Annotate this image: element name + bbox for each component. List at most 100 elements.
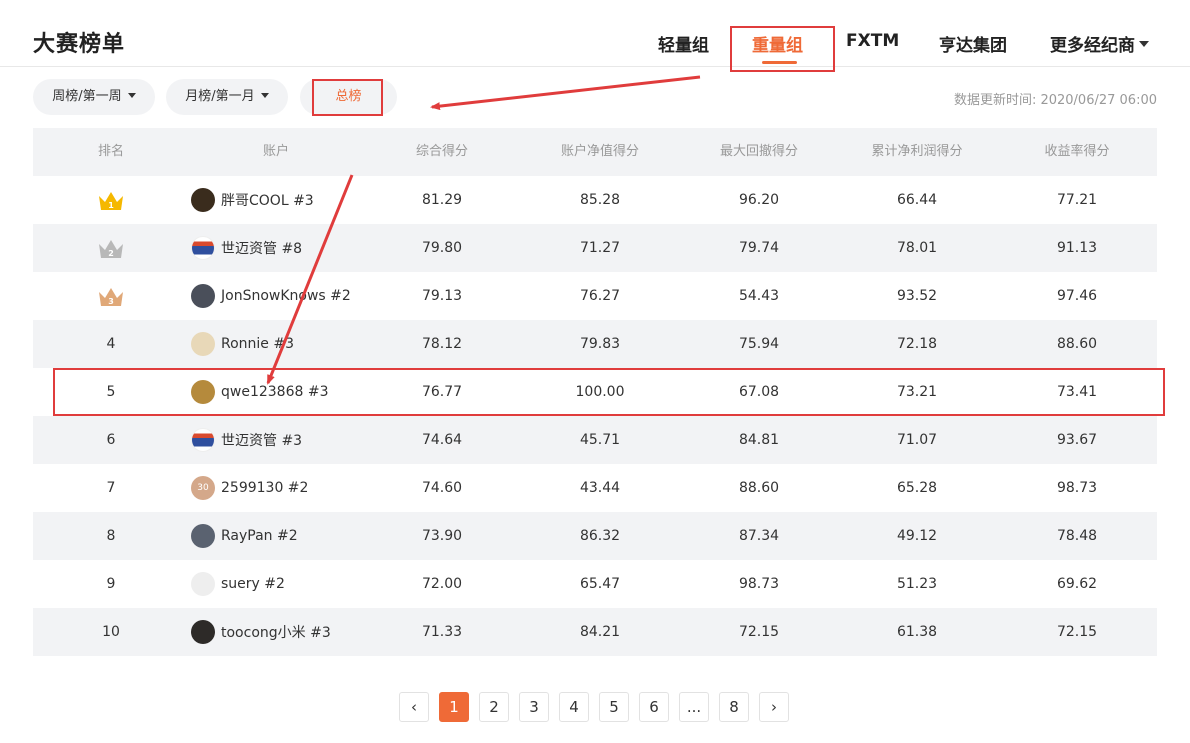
account-name: 世迈资管 #8 <box>221 241 303 257</box>
account-cell[interactable]: 30 2599130 #2 <box>191 476 308 500</box>
equity-score: 79.83 <box>579 336 621 352</box>
return-score: 98.73 <box>1056 480 1098 496</box>
page-ellipsis[interactable]: ... <box>679 692 709 722</box>
table-row[interactable]: 7 30 2599130 #2 74.60 43.44 88.60 65.28 98.73 <box>33 464 1157 512</box>
next-page-button[interactable]: › <box>759 692 789 722</box>
page-button[interactable]: 3 <box>519 692 549 722</box>
drawdown-score: 98.73 <box>738 576 780 592</box>
equity-score: 86.32 <box>579 528 621 544</box>
account-name: qwe123868 #3 <box>221 384 329 400</box>
table-header: 排名 账户 综合得分 账户净值得分 最大回撤得分 累计净利润得分 收益率得分 <box>33 128 1157 176</box>
table-row[interactable]: 2 世迈资管 #8 79.80 71.27 79.74 78.01 91.13 <box>33 224 1157 272</box>
avatar <box>191 236 215 260</box>
drawdown-score: 75.94 <box>738 336 780 352</box>
account-cell[interactable]: qwe123868 #3 <box>191 380 328 404</box>
avatar <box>191 428 215 452</box>
drawdown-score: 87.34 <box>738 528 780 544</box>
avatar <box>191 332 215 356</box>
net-profit-score: 61.38 <box>896 624 938 640</box>
return-score: 77.21 <box>1056 192 1098 208</box>
tab-hantec[interactable]: 亨达集团 <box>939 31 1007 56</box>
account-cell[interactable]: JonSnowKnows #2 <box>191 284 351 308</box>
table-row[interactable]: 9 suery #2 72.00 65.47 98.73 51.23 69.62 <box>33 560 1157 608</box>
page-button[interactable]: 6 <box>639 692 669 722</box>
avatar <box>191 524 215 548</box>
table-row[interactable]: 4 Ronnie #3 78.12 79.83 75.94 72.18 88.60 <box>33 320 1157 368</box>
tab-fxtm[interactable]: FXTM <box>846 31 899 51</box>
account-cell[interactable]: 世迈资管 #3 <box>191 428 302 452</box>
page-button[interactable]: 2 <box>479 692 509 722</box>
annotation-arrow-to-total <box>430 75 701 111</box>
drawdown-score: 72.15 <box>738 624 780 640</box>
tab-light-group[interactable]: 轻量组 <box>658 31 709 56</box>
header-account: 账户 <box>262 144 290 159</box>
return-score: 88.60 <box>1056 336 1098 352</box>
equity-score: 76.27 <box>579 288 621 304</box>
chevron-down-icon <box>260 93 269 98</box>
header-drawdown-score: 最大回撤得分 <box>719 144 799 159</box>
active-tab-indicator <box>762 61 797 64</box>
prev-page-button[interactable]: ‹ <box>399 692 429 722</box>
net-profit-score: 93.52 <box>896 288 938 304</box>
chevron-down-icon <box>127 93 136 98</box>
account-cell[interactable]: toocong小米 #3 <box>191 620 331 644</box>
drawdown-score: 88.60 <box>738 480 780 496</box>
account-name: 世迈资管 #3 <box>221 433 303 449</box>
equity-score: 45.71 <box>579 432 621 448</box>
update-time: 数据更新时间: 2020/06/27 06:00 <box>953 93 1157 108</box>
page-button[interactable]: 8 <box>719 692 749 722</box>
page-button[interactable]: 5 <box>599 692 629 722</box>
account-cell[interactable]: Ronnie #3 <box>191 332 294 356</box>
monthly-filter-dropdown[interactable]: 月榜/第一月 <box>166 79 288 115</box>
net-profit-score: 51.23 <box>896 576 938 592</box>
page-button[interactable]: 4 <box>559 692 589 722</box>
account-name: suery #2 <box>221 576 285 592</box>
table-row[interactable]: 5 qwe123868 #3 76.77 100.00 67.08 73.21 73.41 <box>33 368 1157 416</box>
crown-icon: 2 <box>99 240 123 258</box>
overall-score: 79.13 <box>421 288 463 304</box>
tab-more-brokers-label: 更多经纪商 <box>1050 36 1135 56</box>
table-row[interactable]: 6 世迈资管 #3 74.64 45.71 84.81 71.07 93.67 <box>33 416 1157 464</box>
drawdown-score: 54.43 <box>738 288 780 304</box>
overall-score: 76.77 <box>421 384 463 400</box>
table-row[interactable]: 1 胖哥COOL #3 81.29 85.28 96.20 66.44 77.21 <box>33 176 1157 224</box>
account-name: toocong小米 #3 <box>221 625 331 641</box>
weekly-filter-label: 周榜/第一周 <box>52 89 122 104</box>
equity-score: 65.47 <box>579 576 621 592</box>
overall-score: 78.12 <box>421 336 463 352</box>
header-return-score: 收益率得分 <box>1044 144 1110 159</box>
net-profit-score: 65.28 <box>896 480 938 496</box>
account-name: 胖哥COOL #3 <box>221 193 314 209</box>
table-row[interactable]: 3 JonSnowKnows #2 79.13 76.27 54.43 93.52 97.4… <box>33 272 1157 320</box>
net-profit-score: 72.18 <box>896 336 938 352</box>
equity-score: 100.00 <box>575 384 625 400</box>
header-overall-score: 综合得分 <box>415 144 469 159</box>
tab-more-brokers[interactable]: 更多经纪商 <box>1050 31 1149 56</box>
drawdown-score: 96.20 <box>738 192 780 208</box>
chevron-down-icon <box>1139 41 1149 47</box>
page-button[interactable]: 1 <box>439 692 469 722</box>
overall-score: 74.64 <box>421 432 463 448</box>
chevron-left-icon: ‹ <box>411 698 417 716</box>
account-cell[interactable]: RayPan #2 <box>191 524 298 548</box>
total-ranking-button[interactable]: 总榜 <box>300 79 397 115</box>
avatar <box>191 188 215 212</box>
rank-number: 9 <box>106 576 116 592</box>
account-cell[interactable]: 世迈资管 #8 <box>191 236 302 260</box>
table-row[interactable]: 10 toocong小米 #3 71.33 84.21 72.15 61.38 72.15 <box>33 608 1157 656</box>
header-equity-score: 账户净值得分 <box>560 144 640 159</box>
avatar <box>191 284 215 308</box>
total-ranking-label: 总榜 <box>335 89 362 104</box>
overall-score: 73.90 <box>421 528 463 544</box>
table-row[interactable]: 8 RayPan #2 73.90 86.32 87.34 49.12 78.48 <box>33 512 1157 560</box>
rank-number: 8 <box>106 528 116 544</box>
equity-score: 85.28 <box>579 192 621 208</box>
account-name: JonSnowKnows #2 <box>221 288 351 304</box>
weekly-filter-dropdown[interactable]: 周榜/第一周 <box>33 79 155 115</box>
avatar: 30 <box>191 476 215 500</box>
crown-icon: 1 <box>99 192 123 210</box>
account-cell[interactable]: suery #2 <box>191 572 285 596</box>
net-profit-score: 78.01 <box>896 240 938 256</box>
tab-heavy-group[interactable]: 重量组 <box>752 31 803 56</box>
account-cell[interactable]: 胖哥COOL #3 <box>191 188 314 212</box>
